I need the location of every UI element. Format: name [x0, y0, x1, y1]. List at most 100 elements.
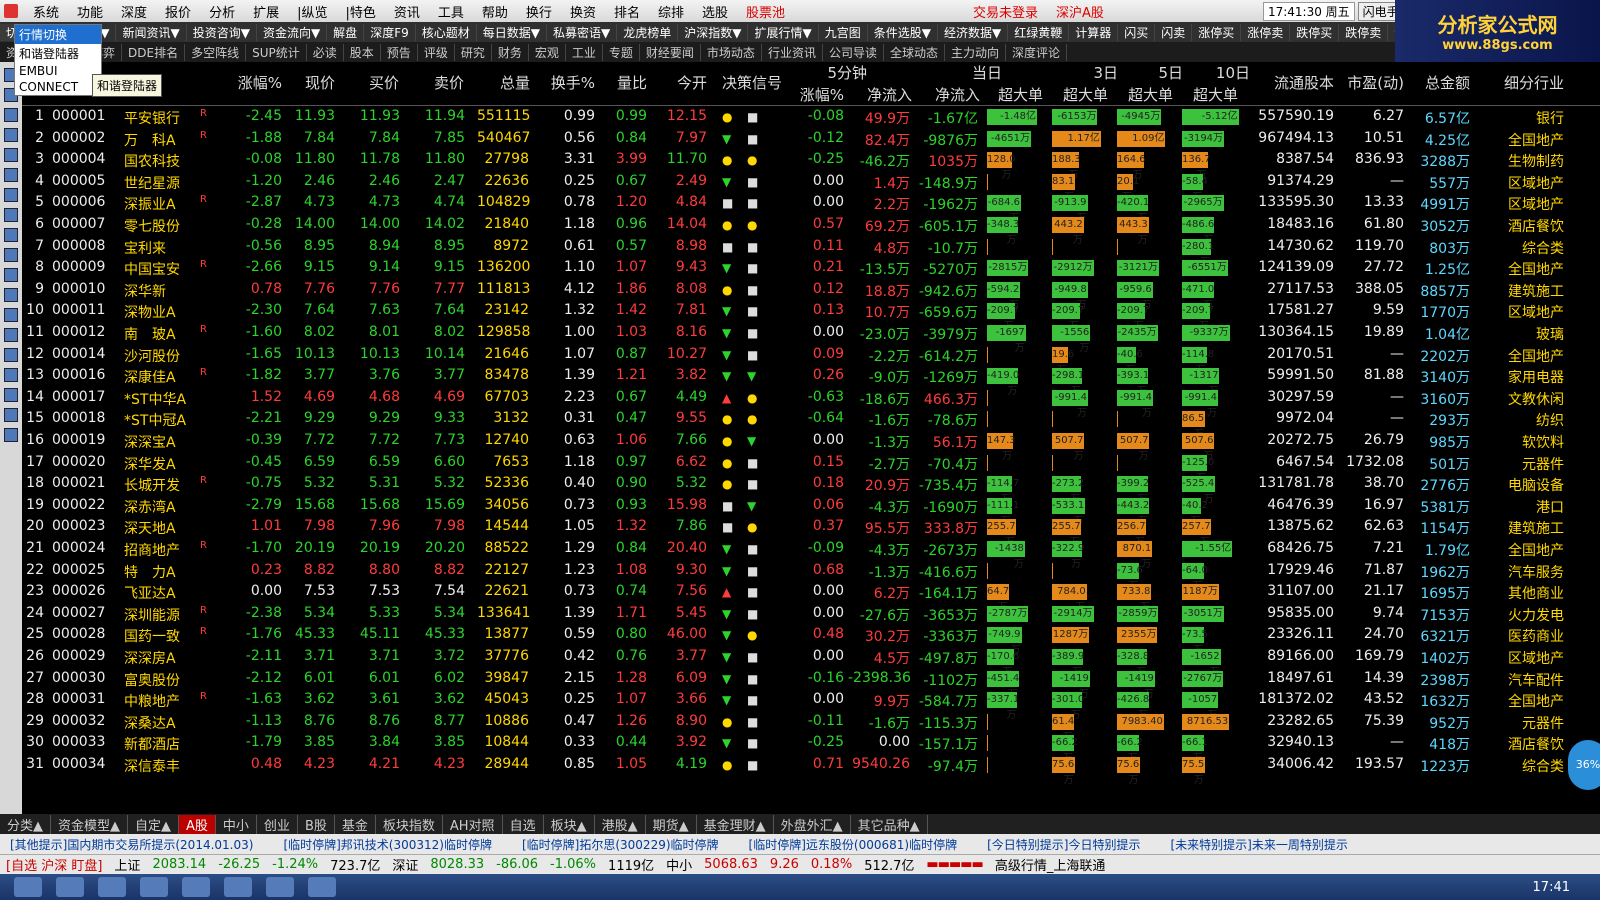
menu-item[interactable]: 深度 [112, 6, 156, 21]
menu-item[interactable]: 报价 [156, 6, 200, 21]
menu-item[interactable]: 分析 [200, 6, 244, 21]
toolbar-item[interactable]: 公司导读 [823, 43, 884, 61]
formula-icon[interactable] [4, 248, 18, 262]
toolbar-item[interactable]: 扩展行情▼ [748, 23, 819, 41]
col-today-flow[interactable]: 净流入 [922, 84, 980, 105]
market-tab[interactable]: 创业 [257, 814, 298, 834]
table-row[interactable]: 6 000007 零七股份 -0.28 14.00 14.00 14.02 21840 1.18… [22, 214, 1600, 246]
toolbar-item[interactable]: 市场动态 [701, 43, 762, 61]
ticker-item[interactable]: [其他提示]国内期市交易所提示(2014.01.03) [10, 836, 253, 853]
market-tab[interactable]: 自定▲ [128, 814, 179, 834]
market-tab[interactable]: 基金理财▲ [697, 814, 774, 834]
toolbar-item[interactable]: 跌停卖 [1339, 23, 1389, 41]
toolbar-item[interactable]: 主力动向 [945, 43, 1006, 61]
export-icon[interactable] [4, 388, 18, 402]
market-tab[interactable]: 板块指数 [376, 814, 443, 834]
col-5min-flow[interactable]: 净流入 [852, 84, 912, 105]
calc-icon[interactable] [4, 348, 18, 362]
table-row[interactable]: 17 000020 深华发A -0.45 6.59 6.59 6.60 7653 1.18 0.9… [22, 452, 1600, 484]
menu-item[interactable]: 功能 [68, 6, 112, 21]
toolbar-item[interactable]: 涨停买 [1192, 23, 1242, 41]
menu-item[interactable]: |纵览 [288, 6, 336, 21]
popup-item-harmony-login[interactable]: 和谐登陆器 [15, 44, 101, 63]
explorer-icon[interactable] [56, 877, 84, 897]
col-amount[interactable]: 总金额 [1410, 72, 1470, 93]
table-row[interactable]: 18 000021 长城开发 R -0.75 5.32 5.31 5.32 52336 0.40 0… [22, 473, 1600, 505]
toolbar-item[interactable]: 资金流向▼ [257, 23, 328, 41]
toolbar-item[interactable]: 红绿黄鞭 [1008, 23, 1070, 41]
col-bid[interactable]: 买价 [357, 72, 399, 93]
toolbar-item[interactable]: 每日数据▼ [477, 23, 547, 41]
table-row[interactable]: 14 000017 *ST中华A 1.52 4.69 4.68 4.69 67703 2.23 0… [22, 387, 1600, 419]
popup-item-embui[interactable]: EMBUI [15, 63, 101, 79]
news-icon[interactable] [4, 228, 18, 242]
market-tab[interactable]: A股 [179, 814, 216, 834]
toolbar-item[interactable]: 评级 [418, 43, 455, 61]
col-signal[interactable]: 决策信号 [712, 72, 782, 93]
menu-item[interactable]: 综排 [649, 6, 693, 21]
market-tab[interactable]: 基金 [335, 814, 376, 834]
table-row[interactable]: 22 000025 特 力A 0.23 8.82 8.80 8.82 22127 1.23 1.0… [22, 560, 1600, 592]
col-price[interactable]: 现价 [287, 72, 335, 93]
trend-icon[interactable] [4, 128, 18, 142]
table-row[interactable]: 29 000032 深桑达A -1.13 8.76 8.76 8.77 10886 0.47 1.… [22, 711, 1600, 743]
table-row[interactable]: 31 000034 深信泰丰 0.48 4.23 4.21 4.23 28944 0.85 1.0… [22, 754, 1600, 786]
col-volume-ratio[interactable]: 量比 [607, 72, 647, 93]
table-row[interactable]: 21 000024 招商地产 R -1.70 20.19 20.19 20.20 88522 1.… [22, 538, 1600, 570]
toolbar-item[interactable]: 闪买 [1118, 23, 1156, 41]
table-icon[interactable] [4, 368, 18, 382]
col-5d-bigorder[interactable]: 超大单 [1117, 84, 1173, 105]
col-10d-bigorder[interactable]: 超大单 [1182, 84, 1238, 105]
toolbar-item[interactable]: 股本 [344, 43, 381, 61]
market-tab[interactable]: 板块▲ [544, 814, 595, 834]
toolbar-item[interactable]: 新闻资讯▼ [116, 23, 187, 41]
status-watch-mode[interactable]: [自选 沪深 盯盘] [6, 855, 102, 874]
col-today-bigorder[interactable]: 超大单 [987, 84, 1043, 105]
ticker-item[interactable]: [临时停牌]拓尔思(300229)临时停牌 [522, 836, 719, 853]
market-label[interactable]: 深沪A股 [1047, 2, 1113, 21]
table-row[interactable]: 16 000019 深深宝A -0.39 7.72 7.72 7.73 12740 0.63 1.… [22, 430, 1600, 462]
menu-item[interactable]: |特色 [336, 6, 384, 21]
toolbar-item[interactable]: 研究 [455, 43, 492, 61]
table-row[interactable]: 1 000001 平安银行 R -2.45 11.93 11.93 11.94 551115 0.… [22, 106, 1600, 128]
stock-pool-link[interactable]: 股票池 [737, 2, 794, 21]
toolbar-item[interactable]: 财经要闻 [640, 43, 701, 61]
toolbar-item[interactable]: 专题 [603, 43, 640, 61]
table-row[interactable]: 5 000006 深振业A R -2.87 4.73 4.73 4.74 104829 0.78 1… [22, 192, 1600, 224]
flag-icon[interactable] [308, 877, 336, 897]
market-tab[interactable]: 自选 [503, 814, 544, 834]
menu-item[interactable]: 系统 [24, 6, 68, 21]
settings-icon[interactable] [4, 288, 18, 302]
toolbar-item[interactable]: 九宫图 [819, 23, 868, 41]
network-icon[interactable] [266, 877, 294, 897]
toolbar-item[interactable]: DDE排名 [122, 43, 186, 61]
ticker-item[interactable]: [临时停牌]邦讯技术(300312)临时停牌 [283, 836, 492, 853]
folder-icon[interactable] [4, 308, 18, 322]
table-row[interactable]: 8 000009 中国宝安 R -2.66 9.15 9.14 9.15 136200 1.10 1… [22, 257, 1600, 279]
toolbar-item[interactable]: 龙虎榜单 [617, 23, 679, 41]
toolbar-item[interactable]: 核心题材 [416, 23, 477, 41]
report-icon[interactable] [4, 208, 18, 222]
toolbar-item[interactable]: 财务 [492, 43, 529, 61]
menu-item[interactable]: 排名 [605, 6, 649, 21]
market-tab[interactable]: 期货▲ [646, 814, 697, 834]
market-tab[interactable]: AH对照 [443, 814, 503, 834]
popup-item-connect[interactable]: CONNECT [15, 79, 101, 95]
kline-icon[interactable] [4, 148, 18, 162]
menu-item[interactable]: 扩展 [244, 6, 288, 21]
col-pe[interactable]: 市盈(动) [1340, 72, 1404, 93]
table-row[interactable]: 11 000012 南 玻A R -1.60 8.02 8.01 8.02 129858 1.00… [22, 322, 1600, 354]
sort-icon[interactable] [4, 328, 18, 342]
toolbar-item[interactable]: 计算器 [1069, 23, 1119, 41]
table-row[interactable]: 25 000028 国药一致 R -1.76 45.33 45.11 45.33 13877 0.… [22, 624, 1600, 656]
start-button-icon[interactable] [14, 877, 42, 897]
col-float-shares[interactable]: 流通股本 [1254, 72, 1334, 93]
toolbar-item[interactable]: 宏观 [529, 43, 566, 61]
toolbar-item[interactable]: 闪卖 [1155, 23, 1193, 41]
table-row[interactable]: 24 000027 深圳能源 R -2.38 5.34 5.33 5.34 133641 1.39… [22, 603, 1600, 625]
menu-item[interactable]: 换资 [561, 6, 605, 21]
grid-icon[interactable] [4, 168, 18, 182]
menu-item[interactable]: 资讯 [385, 6, 429, 21]
toolbar-item[interactable]: 全球动态 [884, 43, 945, 61]
market-tab[interactable]: 其它品种▲ [851, 814, 928, 834]
